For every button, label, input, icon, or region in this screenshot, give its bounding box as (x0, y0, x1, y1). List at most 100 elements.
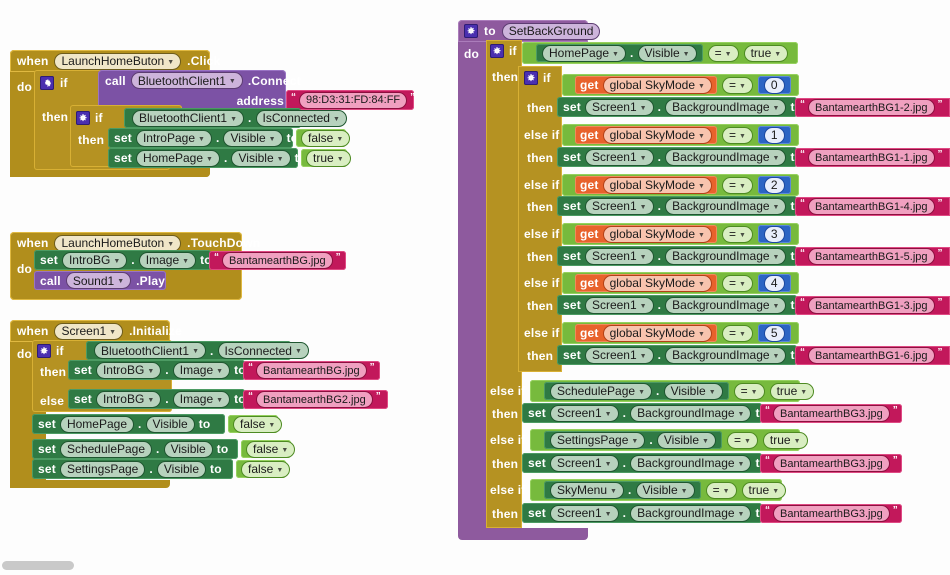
event-block-header[interactable]: when LaunchHomeButon ▼ .Click (10, 50, 220, 72)
setter-component-field[interactable]: Screen1 ▼ (549, 504, 619, 522)
text-block-background-image-page-1[interactable]: “BantamearthBG3.jpg” (760, 454, 902, 473)
procedure-block-setbackground[interactable]: to SetBackGround (458, 20, 601, 42)
setter-property-field[interactable]: Image ▼ (172, 390, 231, 408)
logic-value-field[interactable]: true ▼ (306, 149, 351, 167)
number-value-field[interactable]: 0 (763, 76, 785, 94)
text-block-introbg-image[interactable]: “ BantamearthBG.jpg ” (209, 251, 346, 270)
mutator-gear-icon[interactable] (464, 24, 478, 38)
setter-property-field[interactable]: Visible ▼ (223, 129, 283, 147)
logic-value-field[interactable]: false ▼ (301, 129, 351, 147)
getter-property-field[interactable]: IsConnected ▼ (255, 109, 347, 127)
text-block-background-image-page-2[interactable]: “BantamearthBG3.jpg” (760, 504, 902, 523)
image-filename-value[interactable]: BantamearthBG.jpg (256, 362, 367, 379)
text-block-background-image-2[interactable]: “BantamearthBG1-4.jpg” (795, 197, 950, 216)
mutator-gear-icon[interactable] (76, 111, 90, 125)
compare-block-skymode-0[interactable]: get global SkyMode ▼ = ▼ 0 (562, 74, 799, 96)
setter-component-field[interactable]: Screen1 ▼ (584, 148, 654, 166)
method-call-sound1-play[interactable]: call Sound1 ▼ .Play (34, 271, 166, 290)
getter-property-field[interactable]: Visible ▼ (663, 382, 723, 400)
setter-introbg-image[interactable]: set IntroBG ▼ . Image ▼ to (34, 250, 212, 270)
setter-homepage-visible-3[interactable]: set HomePage . Visible to (32, 414, 225, 434)
variable-getter-skymode[interactable]: get global SkyMode ▼ (575, 225, 717, 243)
setter-homepage-visible[interactable]: set HomePage▼ . Visible▼ to (108, 148, 306, 168)
comparison-operator-field[interactable]: = ▼ (721, 126, 753, 144)
logic-value-field[interactable]: false ▼ (233, 415, 283, 433)
property-getter-bt-isconnected-3[interactable]: BluetoothClient1 ▼ . IsConnected ▼ (86, 341, 309, 360)
comparison-operator-field[interactable]: = ▼ (721, 76, 753, 94)
setter-schedulepage-visible-3[interactable]: set SchedulePage . Visible to (32, 439, 238, 459)
property-getter-bt-isconnected[interactable]: BluetoothClient1 ▼ . IsConnected ▼ (124, 108, 347, 128)
setter-property-field[interactable]: BackgroundImage ▼ (665, 98, 787, 116)
logic-block-true-1[interactable]: true ▼ (301, 149, 351, 167)
logic-block-false-3c[interactable]: false ▼ (236, 460, 291, 478)
setter-settingspage-visible-3[interactable]: set SettingsPage . Visible to (32, 459, 233, 479)
control-if-header-3[interactable]: if (37, 343, 64, 359)
setter-screen1-backgroundimage-5[interactable]: setScreen1▼.BackgroundImage▼to (557, 345, 802, 365)
variable-name-field[interactable]: global SkyMode ▼ (602, 225, 712, 243)
setter-component-field[interactable]: IntroBG ▼ (61, 251, 128, 269)
setter-property-field[interactable]: Visible (145, 415, 195, 433)
compare-block-schedulepage-visible[interactable]: SchedulePage ▼. Visible ▼ = ▼ true ▼ (530, 380, 815, 402)
control-if-header-skymode[interactable]: if (524, 70, 551, 86)
setter-component-field[interactable]: Screen1 ▼ (584, 296, 654, 314)
mutator-gear-icon[interactable] (40, 75, 54, 90)
mutator-gear-icon[interactable] (490, 44, 504, 58)
logic-value-field[interactable]: false ▼ (241, 460, 291, 478)
number-value-field[interactable]: 4 (763, 274, 785, 292)
setter-screen1-backgroundimage-page-1[interactable]: setScreen1▼.BackgroundImage▼to (522, 453, 767, 473)
setter-component-field[interactable]: IntroBG ▼ (95, 361, 162, 379)
getter-component-field[interactable]: SettingsPage ▼ (550, 431, 646, 449)
text-block-introbg-then[interactable]: “ BantamearthBG.jpg ” (243, 361, 380, 380)
getter-component-field[interactable]: SchedulePage ▼ (550, 382, 653, 400)
setter-screen1-backgroundimage-1[interactable]: setScreen1▼.BackgroundImage▼to (557, 147, 802, 167)
image-filename-value[interactable]: BantamearthBG1-2.jpg (808, 99, 935, 116)
setter-component-field[interactable]: IntroPage ▼ (135, 129, 212, 147)
mutator-gear-icon[interactable] (37, 344, 51, 358)
setter-property-field[interactable]: Visible (163, 440, 213, 458)
math-number-block[interactable]: 2 (757, 176, 791, 194)
text-block-background-image-3[interactable]: “BantamearthBG1-5.jpg” (795, 247, 950, 266)
compare-block-settingspage-visible[interactable]: SettingsPage ▼. Visible ▼ = ▼ true ▼ (530, 429, 808, 451)
number-value-field[interactable]: 1 (763, 126, 785, 144)
number-value-field[interactable]: 2 (763, 176, 785, 194)
setter-introbg-image-then[interactable]: set IntroBG ▼ . Image ▼ to (68, 360, 246, 380)
setter-component-field[interactable]: HomePage (59, 415, 134, 433)
setter-component-field[interactable]: HomePage ▼ (135, 149, 220, 167)
logic-block-false-3b[interactable]: false ▼ (241, 440, 296, 458)
variable-name-field[interactable]: global SkyMode ▼ (602, 76, 712, 94)
comparison-operator-field[interactable]: = ▼ (721, 324, 753, 342)
setter-property-field[interactable]: BackgroundImage ▼ (665, 197, 787, 215)
compare-block-homepage-visible[interactable]: HomePage ▼ . Visible ▼ = ▼ true ▼ (522, 42, 798, 64)
property-getter-settingspage-visible[interactable]: SettingsPage ▼. Visible ▼ (544, 431, 722, 449)
getter-component-field[interactable]: BluetoothClient1 ▼ (94, 342, 206, 359)
setter-property-field[interactable]: BackgroundImage ▼ (665, 247, 787, 265)
logic-value-field[interactable]: true ▼ (743, 44, 789, 62)
variable-name-field[interactable]: global SkyMode ▼ (602, 324, 712, 342)
setter-screen1-backgroundimage-0[interactable]: setScreen1▼.BackgroundImage▼to (557, 97, 802, 117)
setter-component-field[interactable]: SchedulePage (59, 440, 153, 458)
logic-value-field[interactable]: true ▼ (762, 431, 808, 449)
getter-property-field[interactable]: Visible ▼ (656, 431, 716, 449)
math-number-block[interactable]: 3 (757, 225, 791, 243)
variable-name-field[interactable]: global SkyMode ▼ (602, 274, 712, 292)
variable-name-field[interactable]: global SkyMode ▼ (602, 126, 712, 144)
comparison-operator-field[interactable]: = ▼ (721, 274, 753, 292)
setter-property-field[interactable]: BackgroundImage ▼ (630, 404, 752, 422)
compare-block-skymode-4[interactable]: get global SkyMode ▼ = ▼ 4 (562, 272, 799, 294)
variable-getter-skymode[interactable]: get global SkyMode ▼ (575, 76, 717, 94)
compare-block-skymode-3[interactable]: get global SkyMode ▼ = ▼ 3 (562, 223, 799, 245)
setter-screen1-backgroundimage-page-2[interactable]: setScreen1▼.BackgroundImage▼to (522, 503, 767, 523)
property-getter-skymenu-visible[interactable]: SkyMenu ▼. Visible ▼ (544, 481, 701, 499)
math-number-block[interactable]: 5 (757, 324, 791, 342)
horizontal-scrollbar-thumb[interactable] (2, 561, 74, 570)
setter-component-field[interactable]: Screen1 ▼ (584, 346, 654, 364)
compare-block-skymode-1[interactable]: get global SkyMode ▼ = ▼ 1 (562, 124, 799, 146)
setter-property-field[interactable]: Visible ▼ (231, 149, 291, 167)
variable-getter-skymode[interactable]: get global SkyMode ▼ (575, 274, 717, 292)
variable-getter-skymode[interactable]: get global SkyMode ▼ (575, 176, 717, 194)
logic-block-false-1[interactable]: false ▼ (296, 129, 351, 147)
getter-component-field[interactable]: SkyMenu ▼ (550, 481, 624, 499)
setter-component-field[interactable]: IntroBG ▼ (95, 390, 162, 408)
setter-screen1-backgroundimage-2[interactable]: setScreen1▼.BackgroundImage▼to (557, 196, 802, 216)
setter-screen1-backgroundimage-4[interactable]: setScreen1▼.BackgroundImage▼to (557, 295, 802, 315)
